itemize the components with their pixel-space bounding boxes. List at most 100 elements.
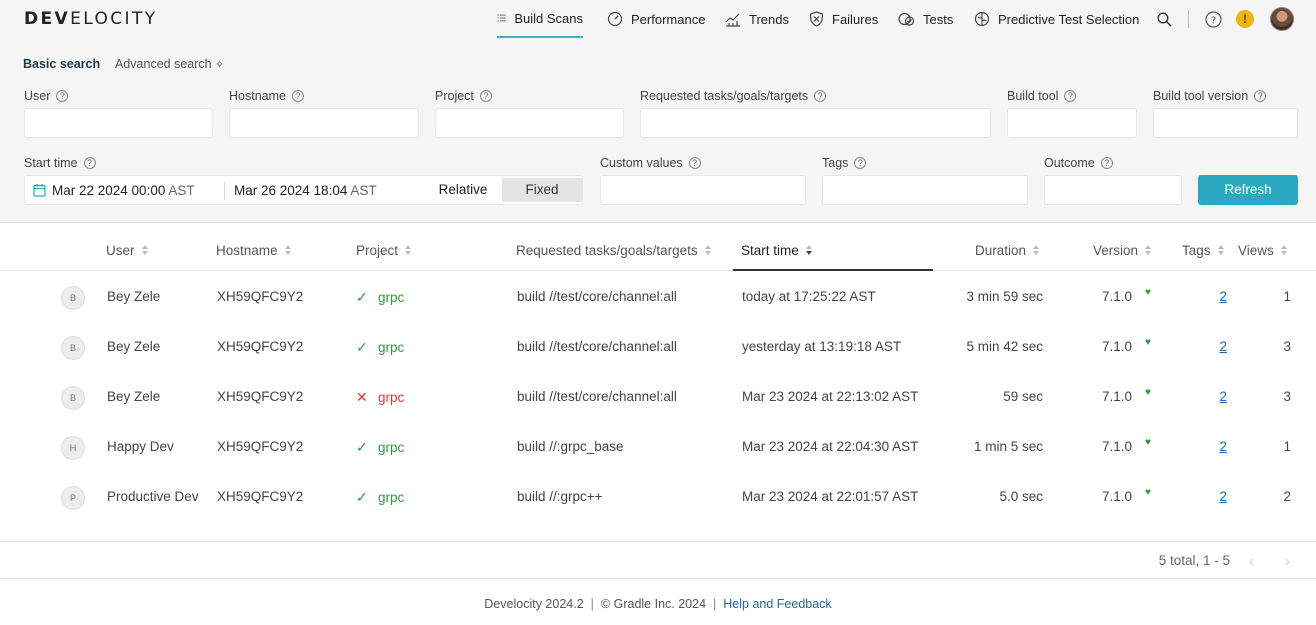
build-tool-filter-label: Build tool? (1007, 89, 1076, 103)
tags-link[interactable]: 2 (1200, 389, 1227, 404)
column-tags[interactable]: Tags (1182, 243, 1225, 258)
start-date-to[interactable]: Mar 26 2024 18:04 AST (234, 183, 377, 198)
relative-toggle[interactable]: Relative (425, 178, 501, 202)
project-name: grpc (378, 290, 404, 305)
help-icon[interactable]: ? (854, 157, 866, 169)
duration-cell: 1 min 5 sec (900, 439, 1043, 454)
help-icon[interactable]: ? (814, 90, 826, 102)
project-name: grpc (378, 440, 404, 455)
column-hostname[interactable]: Hostname (216, 243, 292, 258)
date-separator (224, 182, 225, 200)
sort-icon (142, 245, 149, 256)
previous-page-icon[interactable]: ‹ (1249, 553, 1254, 570)
nav-predictive-test-selection[interactable]: Predictive Test Selection (974, 0, 1139, 38)
column-version[interactable]: Version (1093, 243, 1152, 258)
tags-link[interactable]: 2 (1200, 439, 1227, 454)
table-row[interactable]: BBey ZeleXH59QFC9Y2build //test/core/cha… (0, 321, 1316, 371)
footer-copyright: © Gradle Inc. 2024 (601, 597, 706, 611)
help-icon[interactable]: ? (1203, 9, 1223, 29)
svg-text:?: ? (1210, 15, 1215, 26)
tasks-input[interactable] (640, 108, 991, 138)
build-tool-version-input[interactable] (1153, 108, 1298, 138)
tags-input[interactable] (822, 175, 1028, 205)
help-feedback-link[interactable]: Help and Feedback (723, 597, 831, 611)
table-row[interactable]: BBey ZeleXH59QFC9Y2build //test/core/cha… (0, 371, 1316, 421)
list-icon (497, 11, 506, 25)
table-row[interactable]: PProductive DevXH59QFC9Y2build //:grpc++… (0, 471, 1316, 521)
start-time-filter-label: Start time? (24, 156, 96, 170)
duration-cell: 59 sec (900, 389, 1043, 404)
custom-values-input[interactable] (600, 175, 806, 205)
views-cell: 3 (1260, 389, 1291, 404)
shield-x-icon (809, 11, 824, 27)
project-name: grpc (378, 390, 404, 405)
hostname-cell: XH59QFC9Y2 (217, 339, 303, 354)
build-tool-input[interactable] (1007, 108, 1137, 138)
hostname-cell: XH59QFC9Y2 (217, 389, 303, 404)
nav-failures[interactable]: Failures (809, 0, 878, 38)
column-project[interactable]: Project (356, 243, 412, 258)
column-tasks[interactable]: Requested tasks/goals/targets (516, 243, 712, 258)
help-icon[interactable]: ? (292, 90, 304, 102)
help-icon[interactable]: ? (1101, 157, 1113, 169)
column-duration[interactable]: Duration (975, 243, 1040, 258)
user-avatar[interactable] (1270, 7, 1294, 31)
help-icon[interactable]: ? (689, 157, 701, 169)
table-header: User Hostname Project Requested tasks/go… (0, 224, 1316, 271)
user-input[interactable] (24, 108, 213, 138)
hostname-input[interactable] (229, 108, 419, 138)
table-row[interactable]: HHappy DevXH59QFC9Y2build //:grpc_baseMa… (0, 421, 1316, 471)
help-icon[interactable]: ? (84, 157, 96, 169)
version-heart-icon: ♥ (1145, 287, 1151, 298)
project-cell[interactable]: ✓grpc (356, 489, 404, 506)
version-heart-icon: ♥ (1145, 437, 1151, 448)
project-cell[interactable]: ✓grpc (356, 339, 404, 356)
project-cell[interactable]: ✓grpc (356, 289, 404, 306)
footer-version: Develocity 2024.2 (484, 597, 583, 611)
nav-build-scans[interactable]: Build Scans (497, 0, 583, 38)
user-initial-avatar: P (61, 486, 85, 510)
project-cell[interactable]: ✕grpc (356, 389, 404, 406)
nav-performance[interactable]: Performance (607, 0, 705, 38)
footer: Develocity 2024.2|© Gradle Inc. 2024|Hel… (0, 597, 1316, 611)
column-user[interactable]: User (106, 243, 149, 258)
next-page-icon[interactable]: › (1285, 553, 1290, 570)
tags-link[interactable]: 2 (1200, 339, 1227, 354)
fixed-toggle[interactable]: Fixed (502, 178, 582, 202)
tags-link[interactable]: 2 (1200, 289, 1227, 304)
outcome-select[interactable] (1044, 175, 1182, 205)
column-views[interactable]: Views (1238, 243, 1288, 258)
project-filter-label: Project? (435, 89, 492, 103)
refresh-button[interactable]: Refresh (1198, 175, 1298, 205)
user-cell: Bey Zele (107, 389, 160, 404)
nav-tests[interactable]: Tests (898, 0, 953, 38)
tests-icon (898, 11, 915, 27)
project-name: grpc (378, 340, 404, 355)
calendar-icon[interactable] (33, 183, 46, 197)
user-initial-avatar: B (61, 286, 85, 310)
develocity-logo[interactable]: DEVELOCITY (24, 9, 158, 29)
help-icon[interactable]: ? (56, 90, 68, 102)
table-row[interactable]: BBey ZeleXH59QFC9Y2build //test/core/cha… (0, 271, 1316, 321)
warning-icon[interactable]: ! (1236, 10, 1254, 28)
tab-basic-search[interactable]: Basic search (23, 57, 100, 71)
tab-advanced-search[interactable]: Advanced search ✧ (115, 57, 224, 71)
sort-icon (285, 245, 292, 256)
help-icon[interactable]: ? (1064, 90, 1076, 102)
user-filter-label: User? (24, 89, 68, 103)
user-initial-avatar: B (61, 336, 85, 360)
project-cell[interactable]: ✓grpc (356, 439, 404, 456)
nav-trends[interactable]: Trends (725, 0, 789, 38)
sort-icon (1218, 245, 1225, 256)
help-icon[interactable]: ? (480, 90, 492, 102)
start-date-from[interactable]: Mar 22 2024 00:00 AST (52, 183, 195, 198)
start-time-cell: Mar 23 2024 at 22:01:57 AST (742, 489, 918, 504)
project-input[interactable] (435, 108, 624, 138)
start-time-cell: yesterday at 13:19:18 AST (742, 339, 901, 354)
search-icon[interactable] (1154, 9, 1174, 29)
tags-link[interactable]: 2 (1200, 489, 1227, 504)
help-icon[interactable]: ? (1254, 90, 1266, 102)
sort-icon (705, 245, 712, 256)
column-start-time[interactable]: Start time (741, 243, 813, 258)
tasks-cell: build //test/core/channel:all (517, 289, 677, 304)
